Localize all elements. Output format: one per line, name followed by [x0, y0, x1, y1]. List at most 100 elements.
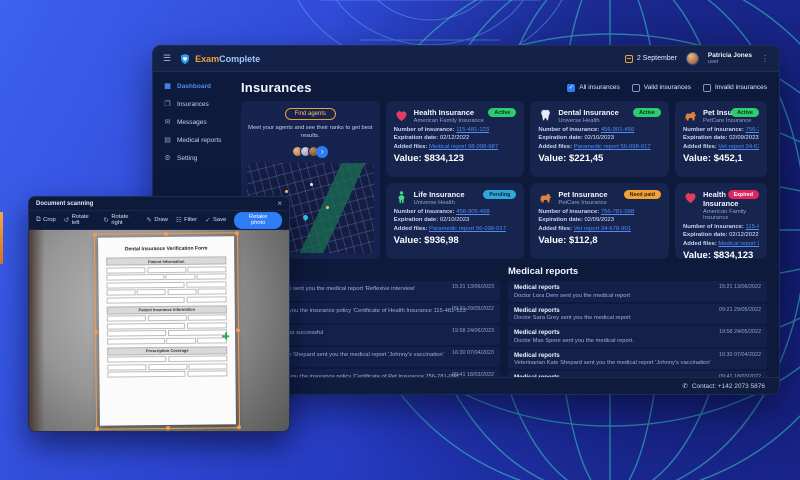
crop-handle[interactable]	[236, 328, 240, 332]
form-title: Dental Insurance Verification Form	[106, 245, 226, 252]
crop-handle[interactable]	[93, 233, 97, 237]
checkbox-icon[interactable]	[703, 84, 711, 92]
find-agents-button[interactable]: Find agents	[285, 108, 336, 120]
crop-handle[interactable]	[166, 426, 170, 430]
sidebar-item-insurances[interactable]: ❐ Insurances	[163, 100, 233, 108]
insurance-number-link[interactable]: 756-781-098	[601, 209, 634, 215]
form-section-header: Prescription Coverage	[107, 346, 227, 355]
rotate-left-button[interactable]: ↺Rotate left	[64, 214, 96, 226]
scanner-toolbar: ⧉Crop ↺Rotate left ↻Rotate right ✎Draw ☷…	[29, 211, 289, 230]
insurance-number-link[interactable]: 456-901-456	[601, 127, 634, 133]
phone-icon: ✆	[682, 382, 687, 390]
added-file-link[interactable]: Medical report 98-098-987	[429, 144, 498, 150]
status-badge: Need paid	[624, 190, 661, 199]
crop-handle[interactable]	[235, 231, 239, 235]
contact-text: Contact: +142 2073 5876	[692, 383, 765, 390]
heart-icon	[683, 190, 698, 205]
date-display[interactable]: 2 September	[625, 55, 677, 63]
filter-tool-button[interactable]: ☷Filter	[176, 216, 197, 224]
insurance-cards-grid: Health Insurance American Family Insuran…	[241, 101, 767, 259]
card-title: Pet Insurance	[558, 190, 607, 199]
retake-photo-button[interactable]: Retake photo	[234, 212, 282, 229]
added-file-link[interactable]: Paramedic report 56-098-017	[574, 144, 651, 150]
insurance-card-health-active[interactable]: Health Insurance American Family Insuran…	[386, 101, 525, 177]
added-file-link[interactable]: Paramedic report 56-098-017	[429, 226, 506, 232]
card-provider: Universe Health	[558, 118, 618, 124]
form-section-header: Patient Information	[106, 256, 226, 265]
crop-handle[interactable]	[95, 427, 99, 431]
crop-handle[interactable]	[164, 232, 168, 236]
map-marker	[310, 183, 313, 186]
person-icon	[394, 190, 409, 205]
status-badge: Active	[731, 108, 759, 117]
insurance-card-health-expired[interactable]: Health Insurance American Family Insuran…	[675, 183, 767, 259]
medical-reports-section: Medical reports Medical reports Doctor L…	[508, 266, 767, 377]
report-row[interactable]: Medical reports Doctor Lora Dern sent yo…	[508, 281, 767, 302]
crop-handle[interactable]	[237, 425, 241, 429]
added-file-link[interactable]: Medical report 98-098-987	[718, 241, 759, 247]
insurance-card-pet-active[interactable]: Pet Insurance PetCare Insurance Active N…	[675, 101, 767, 177]
app-logo: ExamComplete	[179, 53, 260, 65]
rotate-right-icon: ↻	[103, 216, 108, 224]
rotate-right-button[interactable]: ↻Rotate right	[103, 214, 138, 226]
card-provider: American Family Insurance	[703, 209, 759, 221]
agents-avatar-stack: ›	[247, 146, 374, 158]
card-title: Health Insurance	[414, 108, 484, 117]
timestamp: 15:21 13/06/2022	[719, 284, 761, 290]
filter-valid-insurances[interactable]: Valid insurances	[632, 84, 691, 92]
user-info: Patricia Jones user	[708, 52, 752, 66]
timestamp: 16:30 07/04/2022	[719, 352, 761, 358]
insurance-card-life-pending[interactable]: Life Insurance Universe Health Pending N…	[386, 183, 525, 259]
user-avatar[interactable]	[686, 52, 699, 65]
card-value: Value: $452,1	[683, 153, 759, 164]
timestamp: 09:21 29/05/2022	[452, 306, 494, 312]
sidebar-item-messages[interactable]: ✉ Messages	[163, 118, 233, 126]
card-value: Value: $936,98	[394, 235, 517, 246]
card-value: Value: $834,123	[683, 250, 759, 261]
report-row[interactable]: Medical reports Veterinarian Kate Shepar…	[508, 349, 767, 370]
dog-icon	[683, 108, 698, 123]
insurance-number-link[interactable]: 756-781-098	[746, 127, 759, 133]
draw-tool-button[interactable]: ✎Draw	[146, 216, 167, 224]
menu-icon[interactable]: ☰	[163, 53, 171, 64]
close-icon[interactable]: ×	[277, 200, 282, 208]
insurance-filters: ✓ All insurances Valid insurances Invali…	[567, 84, 767, 92]
crop-tool-button[interactable]: ⧉Crop	[36, 216, 56, 224]
added-file-link[interactable]: Vet report 34-678-901	[574, 226, 631, 232]
insurance-number-link[interactable]: 456-905-498	[456, 209, 489, 215]
app-header: ☰ ExamComplete 2 September Patricia Jone…	[153, 46, 779, 72]
main-content: Insurances ✓ All insurances Valid insura…	[233, 72, 779, 377]
shield-heart-icon	[179, 53, 191, 65]
clipboard-icon: ▤	[163, 136, 172, 144]
crop-handle[interactable]	[94, 330, 98, 334]
timestamp: 09:21 29/05/2022	[719, 307, 761, 313]
added-file-link[interactable]: Vet report 34-678-901	[718, 144, 759, 150]
card-title: Dental Insurance	[558, 108, 618, 117]
insurance-number-link[interactable]: 115-481-123	[746, 224, 759, 230]
sidebar-item-setting[interactable]: ⚙ Setting	[163, 154, 233, 162]
insurance-card-pet-need-paid[interactable]: Pet Insurance PetCare Insurance Need pai…	[530, 183, 669, 259]
status-badge: Pending	[483, 190, 516, 199]
filter-all-insurances[interactable]: ✓ All insurances	[567, 84, 619, 92]
checkbox-checked-icon[interactable]: ✓	[567, 84, 575, 92]
report-row[interactable]: Medical reports Doctor Max Spore sent yo…	[508, 326, 767, 347]
card-value: Value: $112,8	[538, 235, 661, 246]
map-marker	[285, 190, 288, 193]
card-title: Life Insurance	[414, 190, 465, 199]
map-marker	[326, 206, 329, 209]
checkbox-icon[interactable]	[632, 84, 640, 92]
insurance-card-dental-active[interactable]: Dental Insurance Universe Health Active …	[530, 101, 669, 177]
background-accent-strip	[0, 212, 3, 264]
form-section-header: Patient Insurance Information	[107, 305, 227, 314]
status-badge: Active	[488, 108, 516, 117]
sidebar-item-medical-reports[interactable]: ▤ Medical reports	[163, 136, 233, 144]
sidebar-item-dashboard[interactable]: ▦ Dashboard	[163, 82, 233, 90]
filter-invalid-insurances[interactable]: Invalid insurances	[703, 84, 767, 92]
report-row[interactable]: Medical reports Doctor Sara Grey sent yo…	[508, 304, 767, 325]
insurance-number-link[interactable]: 115-481-123	[456, 127, 489, 133]
agents-more-button[interactable]: ›	[316, 146, 328, 158]
more-icon[interactable]: ⋮	[761, 54, 769, 63]
map-location-pin	[302, 214, 309, 221]
save-tool-button[interactable]: ✓Save	[205, 216, 226, 224]
heart-icon	[394, 108, 409, 123]
